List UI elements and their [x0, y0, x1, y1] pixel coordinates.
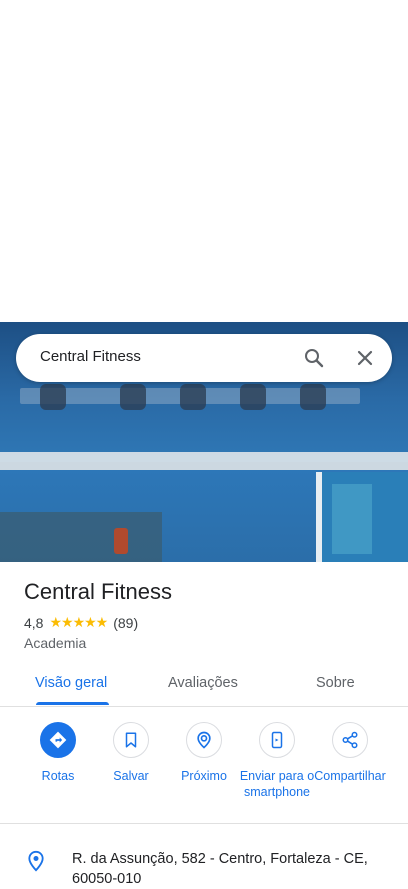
send-to-phone-icon: [259, 722, 295, 758]
bookmark-icon: [113, 722, 149, 758]
save-label: Salvar: [113, 769, 149, 783]
tab-overview[interactable]: Visão geral: [35, 675, 107, 691]
photo-weight: [40, 384, 66, 410]
photo-weight: [240, 384, 266, 410]
search-icon[interactable]: [302, 346, 326, 370]
photo-weight: [180, 384, 206, 410]
star-rating-icon: ★★★★★: [49, 614, 108, 630]
search-bar[interactable]: Central Fitness: [16, 334, 392, 382]
nearby-icon: [186, 722, 222, 758]
search-input[interactable]: Central Fitness: [40, 348, 141, 365]
photo-object: [114, 528, 128, 554]
place-title: Central Fitness: [24, 579, 172, 604]
share-icon: [332, 722, 368, 758]
directions-button[interactable]: Rotas: [19, 722, 97, 784]
divider: [0, 823, 408, 824]
directions-label: Rotas: [41, 769, 75, 783]
place-category[interactable]: Academia: [24, 635, 86, 651]
send-to-phone-label: Enviar para o smartphone: [239, 769, 315, 799]
review-count: (89): [113, 614, 139, 631]
nearby-button[interactable]: Próximo: [165, 722, 243, 784]
photo-door-glass: [332, 484, 372, 554]
share-label: Compartilhar: [314, 769, 386, 783]
nearby-label: Próximo: [181, 769, 227, 783]
close-icon[interactable]: [353, 346, 377, 370]
tab-reviews[interactable]: Avaliações: [168, 675, 238, 691]
send-to-phone-button[interactable]: Enviar para o smartphone: [238, 722, 316, 800]
address-text[interactable]: R. da Assunção, 582 - Centro, Fortaleza …: [72, 849, 382, 889]
tab-indicator: [36, 702, 109, 705]
action-row: Rotas Salvar Próximo Enviar para o smart…: [0, 722, 408, 822]
save-button[interactable]: Salvar: [92, 722, 170, 784]
rating-value: 4,8: [24, 614, 44, 631]
rating-row[interactable]: 4,8 ★★★★★ (89): [24, 614, 138, 631]
share-button[interactable]: Compartilhar: [311, 722, 389, 784]
photo-weight: [120, 384, 146, 410]
tab-bar: Visão geral Avaliações Sobre: [0, 662, 408, 707]
photo-weight: [300, 384, 326, 410]
tab-about[interactable]: Sobre: [316, 675, 355, 691]
location-pin-icon: [26, 850, 46, 872]
photo-ceiling: [0, 452, 408, 470]
directions-icon: [40, 722, 76, 758]
photo-mirror: [0, 512, 162, 562]
